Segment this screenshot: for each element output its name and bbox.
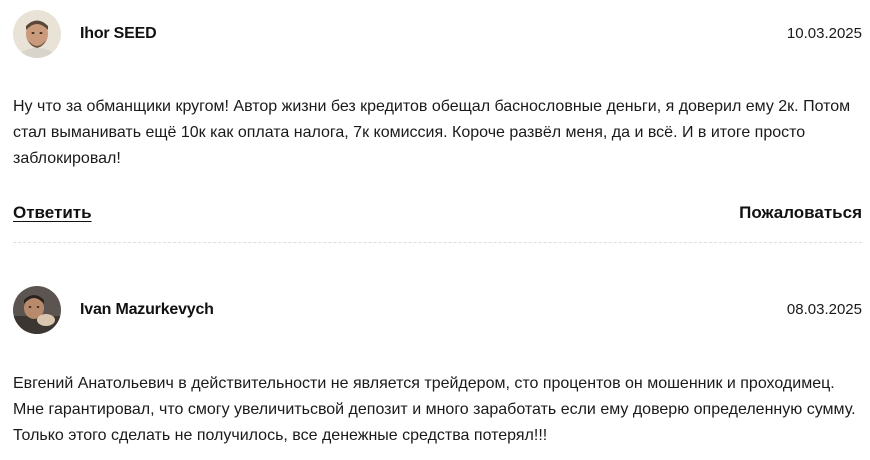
review-text: Ну что за обманщики кругом! Автор жизни … <box>13 98 851 167</box>
reply-button[interactable]: Ответить <box>13 203 92 223</box>
avatar <box>13 286 61 334</box>
review-header: Ivan Mazurkevych 08.03.2025 <box>13 286 862 334</box>
review-header: Ihor SEED 10.03.2025 <box>13 10 862 58</box>
review-text: Евгений Анатольевич в действительности н… <box>13 375 856 444</box>
author-name: Ihor SEED <box>80 25 157 42</box>
author-name: Ivan Mazurkevych <box>80 301 214 318</box>
review-item: Ihor SEED 10.03.2025 Ну что за обманщики… <box>13 10 862 222</box>
review-item: Ivan Mazurkevych 08.03.2025 Евгений Анат… <box>13 286 862 444</box>
review-date: 10.03.2025 <box>786 25 862 42</box>
avatar <box>13 10 61 58</box>
review-actions: Ответить Пожаловаться <box>13 203 862 227</box>
review-date: 08.03.2025 <box>786 301 862 318</box>
report-button[interactable]: Пожаловаться <box>739 203 862 223</box>
review-divider <box>13 242 862 243</box>
